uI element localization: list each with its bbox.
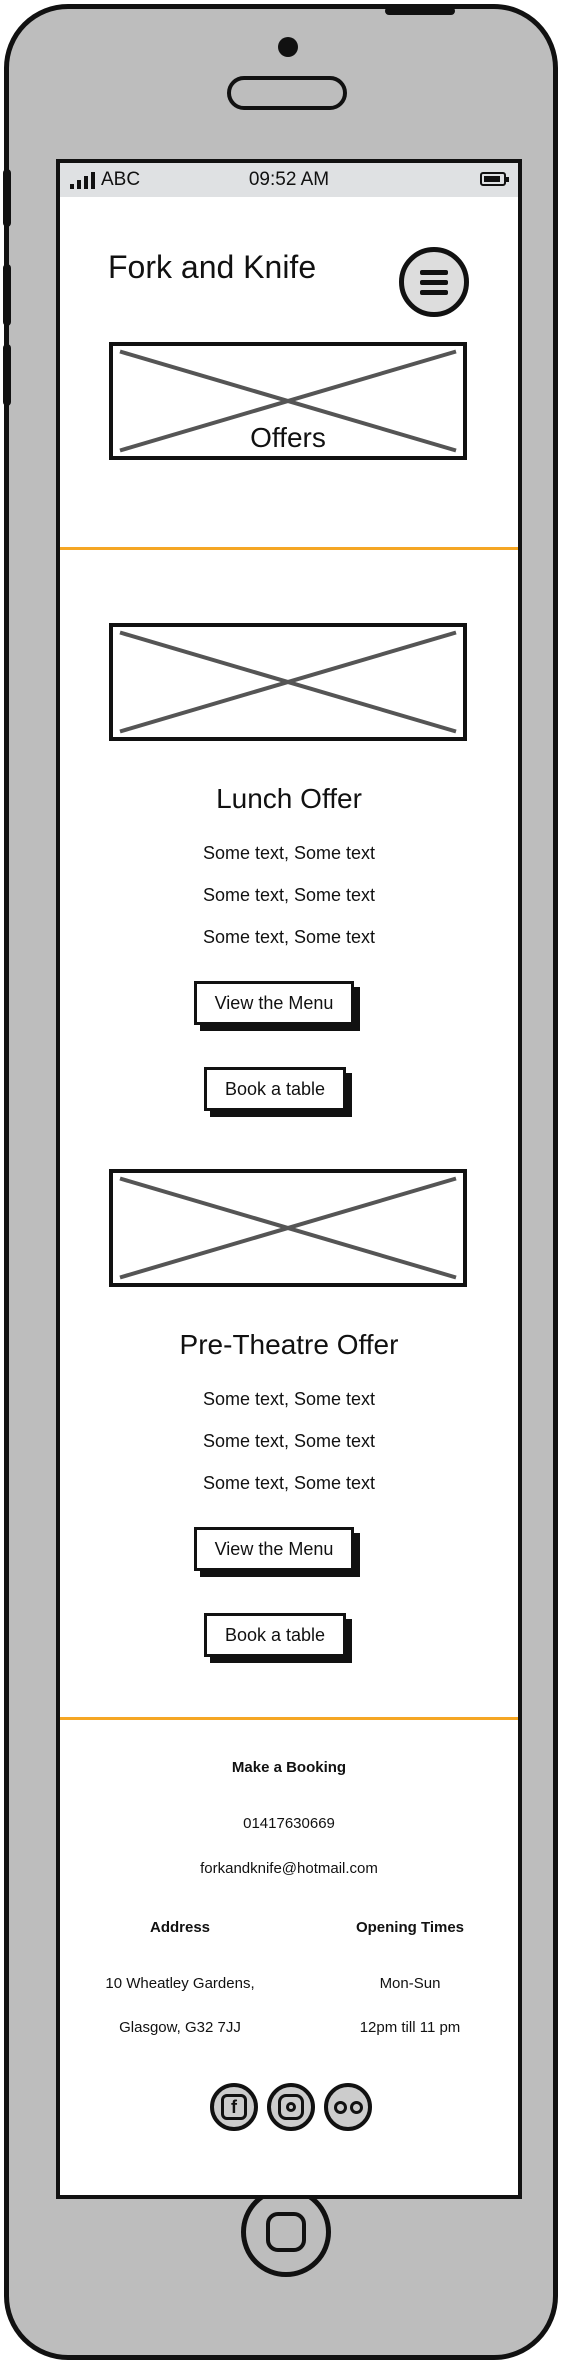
address-line: Glasgow, G32 7JJ	[119, 2019, 241, 2036]
speaker-grille	[227, 76, 347, 110]
home-button[interactable]	[241, 2187, 331, 2277]
offer-title: Pre-Theatre Offer	[179, 1329, 399, 1360]
volume-up-button	[3, 264, 11, 326]
opening-hours: 12pm till 11 pm	[359, 2019, 461, 2036]
phone-screen: ABC 09:52 AM Fork and Knife Offers Lunch…	[56, 159, 522, 2199]
hero-image-placeholder: Offers	[109, 342, 467, 460]
status-bar: ABC 09:52 AM	[60, 163, 518, 197]
facebook-link[interactable]: f	[210, 2083, 258, 2131]
opening-days: Mon-Sun	[379, 1975, 441, 1992]
site-header: Fork and Knife	[60, 197, 518, 317]
hero-label: Offers	[250, 422, 326, 453]
lunch-image-placeholder	[109, 623, 467, 741]
status-time: 09:52 AM	[248, 169, 330, 190]
booking-heading: Make a Booking	[231, 1759, 347, 1776]
pre-theatre-image-placeholder	[109, 1169, 467, 1287]
opening-times-heading: Opening Times	[355, 1919, 465, 1936]
instagram-link[interactable]	[267, 2083, 315, 2131]
power-button	[385, 7, 455, 15]
offer-text: Some text, Some text	[202, 927, 376, 947]
view-menu-button[interactable]: View the Menu	[194, 1527, 354, 1571]
address-line: 10 Wheatley Gardens,	[105, 1975, 255, 1992]
tripadvisor-link[interactable]	[324, 2083, 372, 2131]
instagram-icon	[278, 2094, 304, 2120]
carrier-name: ABC	[101, 169, 141, 190]
volume-down-button	[3, 344, 11, 406]
hamburger-menu-button[interactable]	[399, 247, 469, 317]
battery-icon	[480, 172, 509, 186]
address-heading: Address	[149, 1919, 211, 1936]
offer-text: Some text, Some text	[202, 1473, 376, 1493]
phone-number-link[interactable]: 01417630669	[60, 1815, 518, 1832]
offer-text: Some text, Some text	[202, 885, 376, 905]
section-divider	[60, 1717, 518, 1720]
offer-text: Some text, Some text	[202, 1431, 376, 1451]
view-menu-button[interactable]: View the Menu	[194, 981, 354, 1025]
book-table-button[interactable]: Book a table	[204, 1067, 346, 1111]
mute-switch	[3, 169, 11, 227]
section-divider	[60, 547, 518, 550]
offer-title: Lunch Offer	[216, 783, 362, 814]
offer-text: Some text, Some text	[202, 843, 376, 863]
signal-icon	[70, 171, 95, 189]
book-table-button[interactable]: Book a table	[204, 1613, 346, 1657]
facebook-icon: f	[221, 2094, 247, 2120]
tripadvisor-icon	[333, 2100, 363, 2114]
offer-text: Some text, Some text	[202, 1389, 376, 1409]
email-link[interactable]: forkandknife@hotmail.com	[60, 1860, 518, 1877]
phone-frame: ABC 09:52 AM Fork and Knife Offers Lunch…	[3, 4, 558, 2360]
image-placeholder-icon	[113, 1173, 463, 1283]
camera-icon	[278, 37, 298, 57]
site-title[interactable]: Fork and Knife	[108, 249, 316, 286]
image-placeholder-icon	[113, 627, 463, 737]
